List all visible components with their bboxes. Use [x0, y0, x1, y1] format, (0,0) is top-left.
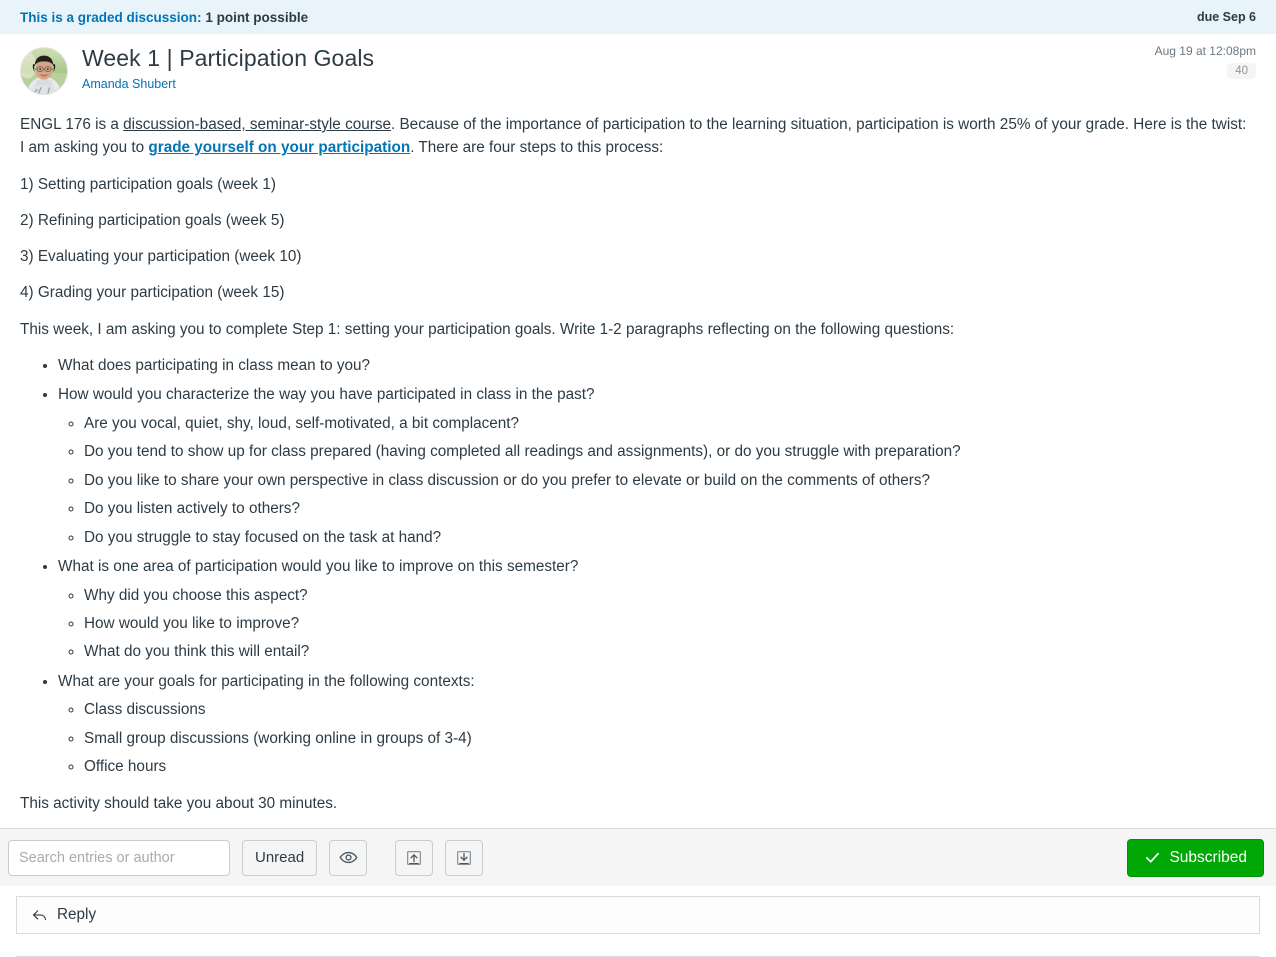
page-title: Week 1 | Participation Goals: [82, 45, 375, 71]
list-item: What is one area of participation would …: [58, 555, 1252, 665]
graded-banner-text: This is a graded discussion: 1 point pos…: [20, 10, 308, 25]
sub-list-item: Office hours: [84, 755, 1252, 779]
sub-list-item: Do you struggle to stay focused on the t…: [84, 526, 1252, 550]
expand-threads-button[interactable]: [445, 839, 484, 876]
reply-label: Reply: [57, 906, 97, 924]
list-item-text: What is one area of participation would …: [58, 558, 579, 576]
step-line: 2) Refining participation goals (week 5): [20, 211, 285, 229]
due-date-label: due Sep 6: [1196, 10, 1256, 24]
collapse-threads-button[interactable]: [395, 839, 434, 876]
collapse-up-icon: [405, 849, 423, 867]
list-item-text: What does participating in class mean to…: [58, 356, 371, 374]
reply-button[interactable]: Reply: [16, 896, 1260, 935]
sub-list-item: Are you vocal, quiet, shy, loud, self-mo…: [84, 412, 1252, 436]
intro-text-1: ENGL 176 is a: [20, 116, 124, 133]
sub-list: Why did you choose this aspect? How woul…: [58, 584, 1252, 665]
avatar[interactable]: [20, 47, 68, 95]
user-avatar-photo: [21, 48, 67, 94]
sub-list: Class discussions Small group discussion…: [58, 698, 1252, 779]
reply-arrow-icon: [31, 907, 48, 924]
sub-list-item: Do you tend to show up for class prepare…: [84, 440, 1252, 464]
sub-list-item: Small group discussions (working online …: [84, 727, 1252, 751]
search-input[interactable]: [8, 839, 230, 876]
subscribed-button[interactable]: Subscribed: [1127, 838, 1264, 877]
toolbar-left-group: Unread: [8, 839, 484, 876]
graded-banner-points: 1 point possible: [205, 9, 309, 25]
unread-filter-button[interactable]: Unread: [242, 839, 318, 876]
prompt-paragraph: This week, I am asking you to complete S…: [20, 320, 955, 338]
list-item: How would you characterize the way you h…: [58, 383, 1252, 550]
intro-paragraph: ENGL 176 is a discussion-based, seminar-…: [20, 113, 1252, 160]
sub-list-item: How would you like to improve?: [84, 612, 1252, 636]
graded-discussion-banner: This is a graded discussion: 1 point pos…: [0, 0, 1276, 34]
post-author-link[interactable]: Amanda Shubert: [82, 77, 374, 91]
subscribed-label: Subscribed: [1169, 848, 1247, 866]
list-item: What are your goals for participating in…: [58, 670, 1252, 780]
post-header-text: Week 1 | Participation Goals Amanda Shub…: [82, 42, 374, 91]
check-icon: [1144, 849, 1161, 866]
list-item: What does participating in class mean to…: [58, 354, 1252, 378]
sub-list-item: Do you listen actively to others?: [84, 497, 1252, 521]
step-line: 4) Grading your participation (week 15): [20, 284, 285, 302]
sub-list-item: Do you like to share your own perspectiv…: [84, 469, 1252, 493]
graded-banner-lead: This is a graded discussion:: [20, 9, 202, 25]
list-item-text: How would you characterize the way you h…: [58, 386, 595, 404]
sub-list-item: Why did you choose this aspect?: [84, 584, 1252, 608]
expand-down-icon: [455, 849, 473, 867]
discussion-message-body: ENGL 176 is a discussion-based, seminar-…: [0, 95, 1276, 815]
discussion-post-header: Week 1 | Participation Goals Amanda Shub…: [0, 34, 1276, 95]
intro-underlined-phrase: discussion-based, seminar-style course: [123, 116, 391, 133]
self-grading-link[interactable]: grade yourself on your participation: [148, 139, 410, 156]
post-meta: Aug 19 at 12:08pm 40: [1155, 44, 1256, 79]
sub-list: Are you vocal, quiet, shy, loud, self-mo…: [58, 412, 1252, 550]
sub-list-item: Class discussions: [84, 698, 1252, 722]
unread-replies-badge: 40: [1227, 63, 1256, 79]
discussion-toolbar: Unread: [0, 828, 1276, 887]
list-item-text: What are your goals for participating in…: [58, 672, 475, 690]
intro-text-3: . There are four steps to this process:: [410, 139, 664, 157]
mark-all-as-read-button[interactable]: [329, 839, 368, 876]
step-line: 3) Evaluating your participation (week 1…: [20, 248, 302, 265]
sub-list-item: What do you think this will entail?: [84, 640, 1252, 664]
eye-icon: [339, 848, 358, 867]
closing-paragraph: This activity should take you about 30 m…: [20, 794, 338, 812]
post-timestamp: Aug 19 at 12:08pm: [1154, 44, 1256, 58]
step-line: 1) Setting participation goals (week 1): [20, 175, 276, 193]
reflection-question-list: What does participating in class mean to…: [20, 354, 1252, 780]
